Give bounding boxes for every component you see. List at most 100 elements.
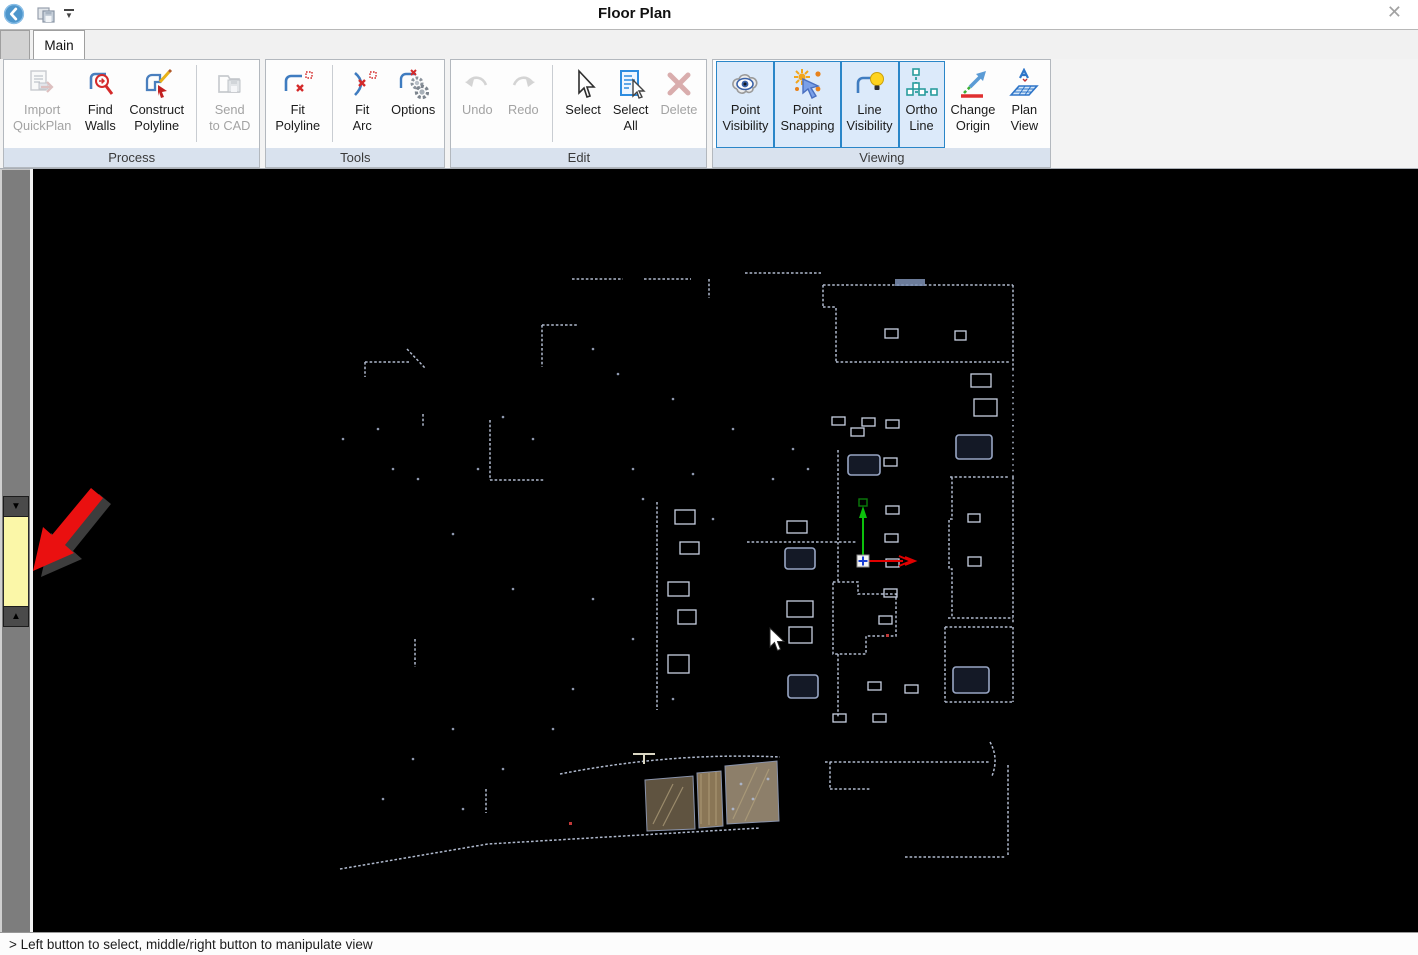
undo-icon [460,66,494,102]
fit-arc-button[interactable]: FitArc [339,61,385,148]
ribbon-groups: ImportQuickPlanFindWallsConstructPolylin… [3,59,1056,168]
point-snapping-button[interactable]: PointSnapping [774,61,840,148]
button-label: Visibility [722,118,768,134]
button-label: Arc [353,118,372,134]
send-to-cad-icon [213,66,247,102]
button-label: Delete [660,102,697,118]
change-origin-button[interactable]: ChangeOrigin [945,61,1002,148]
tab-strip-corner [0,30,30,59]
button-label: View [1011,118,1039,134]
status-bar: > Left button to select, middle/right bu… [0,932,1418,955]
button-label: All [624,118,638,134]
tab-main[interactable]: Main [33,30,85,59]
options-button[interactable]: Options [385,61,441,148]
construct-polyline-icon [140,66,174,102]
ortho-line-icon [905,66,939,102]
slider-track[interactable] [3,517,29,606]
group-label: Viewing [713,148,1050,167]
ribbon-group-edit: UndoRedoSelectSelectAllDeleteEdit [450,59,707,168]
button-label: Fit [291,102,305,118]
line-visibility-button[interactable]: LineVisibility [841,61,899,148]
triangle-up-icon: ▲ [11,611,21,622]
button-label: Walls [85,118,116,134]
options-icon [396,66,430,102]
line-visibility-icon [853,66,887,102]
import-quickplan-icon [25,66,59,102]
button-label: Line [857,102,881,118]
back-button[interactable] [3,3,25,25]
button-label: Select [613,102,649,118]
group-label: Edit [451,148,706,167]
button-label: Change [951,102,996,118]
slider-up-button[interactable]: ▲ [3,606,29,627]
redo-button[interactable]: Redo [500,61,546,148]
fit-arc-icon [345,66,379,102]
redo-icon [506,66,540,102]
ribbon-group-viewing: PointVisibilityPointSnappingLineVisibili… [712,59,1051,168]
point-cloud-viewport[interactable] [33,169,1418,932]
ribbon-group-tools: FitPolylineFitArcOptionsTools [265,59,445,168]
group-label: Tools [266,148,444,167]
stair-textures [645,761,779,831]
change-origin-icon [956,66,990,102]
undo-button[interactable]: Undo [454,61,500,148]
select-icon [566,66,600,102]
button-label: Redo [508,102,539,118]
button-label: Line [909,118,933,134]
button-label: to CAD [209,118,250,134]
button-label: QuickPlan [13,118,71,134]
slider-down-button[interactable]: ▼ [3,496,29,517]
group-separator [196,65,197,142]
point-visibility-button[interactable]: PointVisibility [716,61,774,148]
button-label: Polyline [275,118,320,134]
quick-access-dropdown[interactable]: ▼ [64,9,74,21]
delete-icon [662,66,696,102]
window-title: Floor Plan [598,5,671,22]
plan-view-icon [1007,66,1041,102]
close-button[interactable]: ✕ [1381,2,1408,23]
button-label: Fit [355,102,369,118]
fit-polyline-button[interactable]: FitPolyline [269,61,326,148]
button-label: Find [88,102,113,118]
find-walls-button[interactable]: FindWalls [77,61,123,148]
button-label: Polyline [134,118,179,134]
button-label: Origin [956,118,990,134]
find-walls-icon [83,66,117,102]
delete-button[interactable]: Delete [654,61,703,148]
plan-view-button[interactable]: PlanView [1001,61,1047,148]
button-label: Snapping [780,118,834,134]
dense-scan-patch [895,279,925,286]
select-all-button[interactable]: SelectAll [607,61,655,148]
level-slider[interactable]: ▼ ▲ [3,496,29,627]
fixture-outlines [668,329,997,722]
button-label: Send [215,102,245,118]
ribbon-tab-row: Main [0,30,1418,59]
button-label: Construct [129,102,184,118]
mouse-cursor [770,628,784,651]
import-quickplan-button[interactable]: ImportQuickPlan [7,61,77,148]
stray-points [342,348,810,811]
select-all-icon [614,66,648,102]
chevron-left-circle-icon [3,3,25,25]
ribbon-group-process: ImportQuickPlanFindWallsConstructPolylin… [3,59,260,168]
button-label: Visibility [847,118,893,134]
chevron-down-icon: ▼ [64,12,74,20]
group-separator [552,65,553,142]
send-to-cad-button[interactable]: Sendto CAD [203,61,256,148]
group-separator [332,65,333,142]
ortho-line-button[interactable]: OrthoLine [899,61,945,148]
button-label: Select [565,102,601,118]
button-label: Options [391,102,435,118]
save-layout-button[interactable] [36,5,56,25]
title-bar: ▼ Floor Plan ✕ [0,0,1418,30]
button-label: Point [731,102,760,118]
construct-polyline-button[interactable]: ConstructPolyline [123,61,190,148]
button-label: Import [24,102,60,118]
group-label: Process [4,148,259,167]
workspace: ▼ ▲ [0,169,1418,932]
ribbon: ImportQuickPlanFindWallsConstructPolylin… [0,59,1418,169]
button-label: Plan [1012,102,1038,118]
select-button[interactable]: Select [559,61,607,148]
button-label: Undo [462,102,493,118]
status-message: > Left button to select, middle/right bu… [9,937,373,952]
